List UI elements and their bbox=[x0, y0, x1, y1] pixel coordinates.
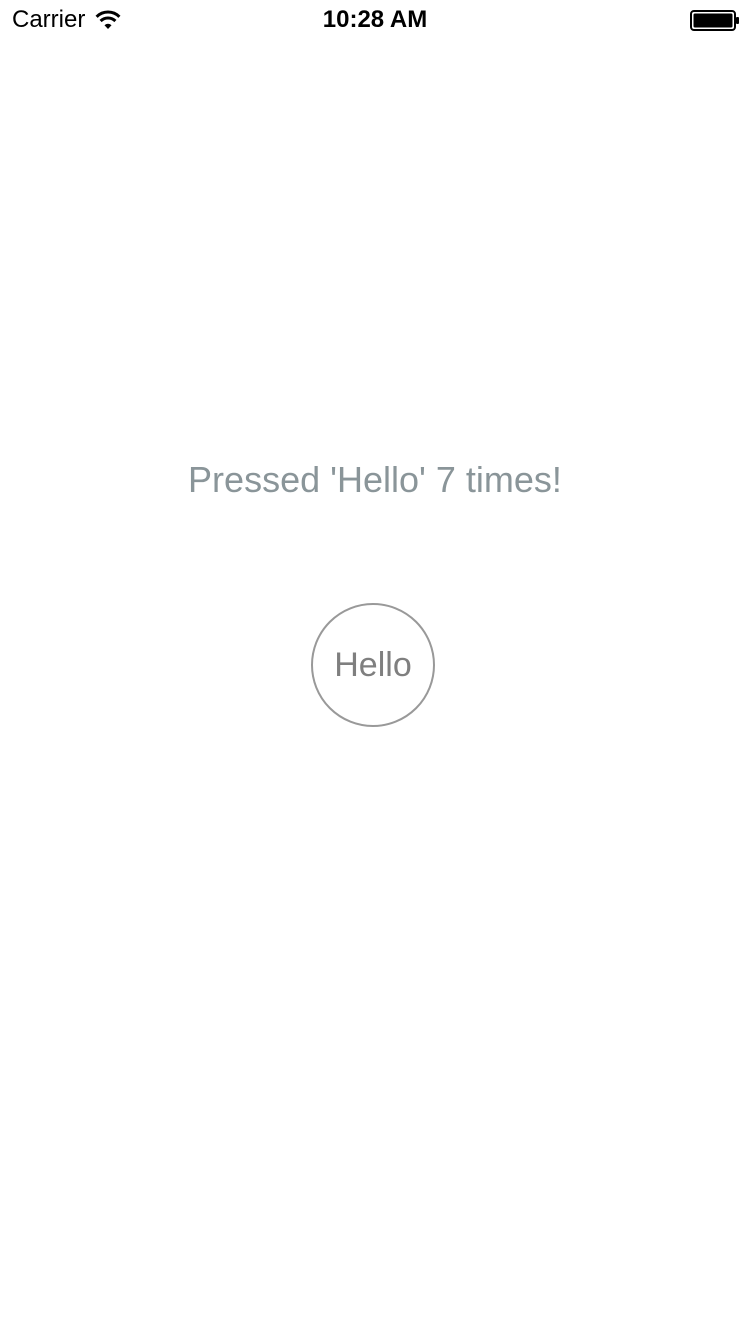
hello-button[interactable]: Hello bbox=[311, 603, 435, 727]
press-counter-label: Pressed 'Hello' 7 times! bbox=[188, 459, 562, 500]
status-time: 10:28 AM bbox=[322, 6, 428, 33]
battery-icon bbox=[690, 10, 740, 31]
status-bar: Carrier 10:28 AM bbox=[0, 0, 750, 40]
